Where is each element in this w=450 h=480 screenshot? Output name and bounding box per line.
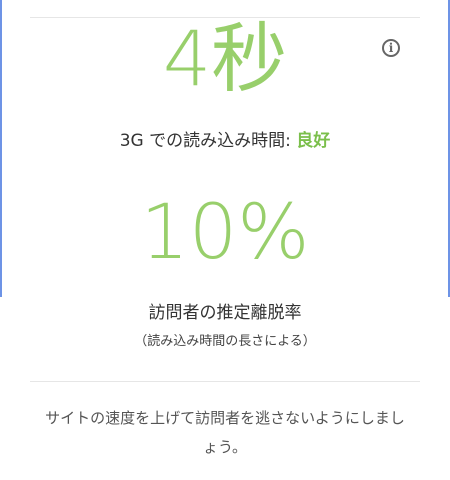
rating-badge: 良好 <box>296 131 331 151</box>
bottom-divider <box>30 381 420 382</box>
load-time-value: 4秒 <box>162 14 288 103</box>
bounce-rate-label: 訪問者の推定離脱率 <box>148 303 302 323</box>
speed-result-card: 4秒 i 3G での読み込み時間: 良好 10% 訪問者の推定離脱率 （読み込み… <box>0 0 450 480</box>
info-icon[interactable]: i <box>382 39 400 57</box>
bounce-rate-note: （読み込み時間の長さによる） <box>134 334 316 349</box>
advice-message: サイトの速度を上げて訪問者を逃さないようにしましょう。 <box>45 409 405 456</box>
load-time-label: 3G での読み込み時間: 良好 <box>0 126 450 151</box>
bounce-rate-value: 10% <box>140 187 310 276</box>
load-time-caption: 3G での読み込み時間: <box>119 131 297 151</box>
